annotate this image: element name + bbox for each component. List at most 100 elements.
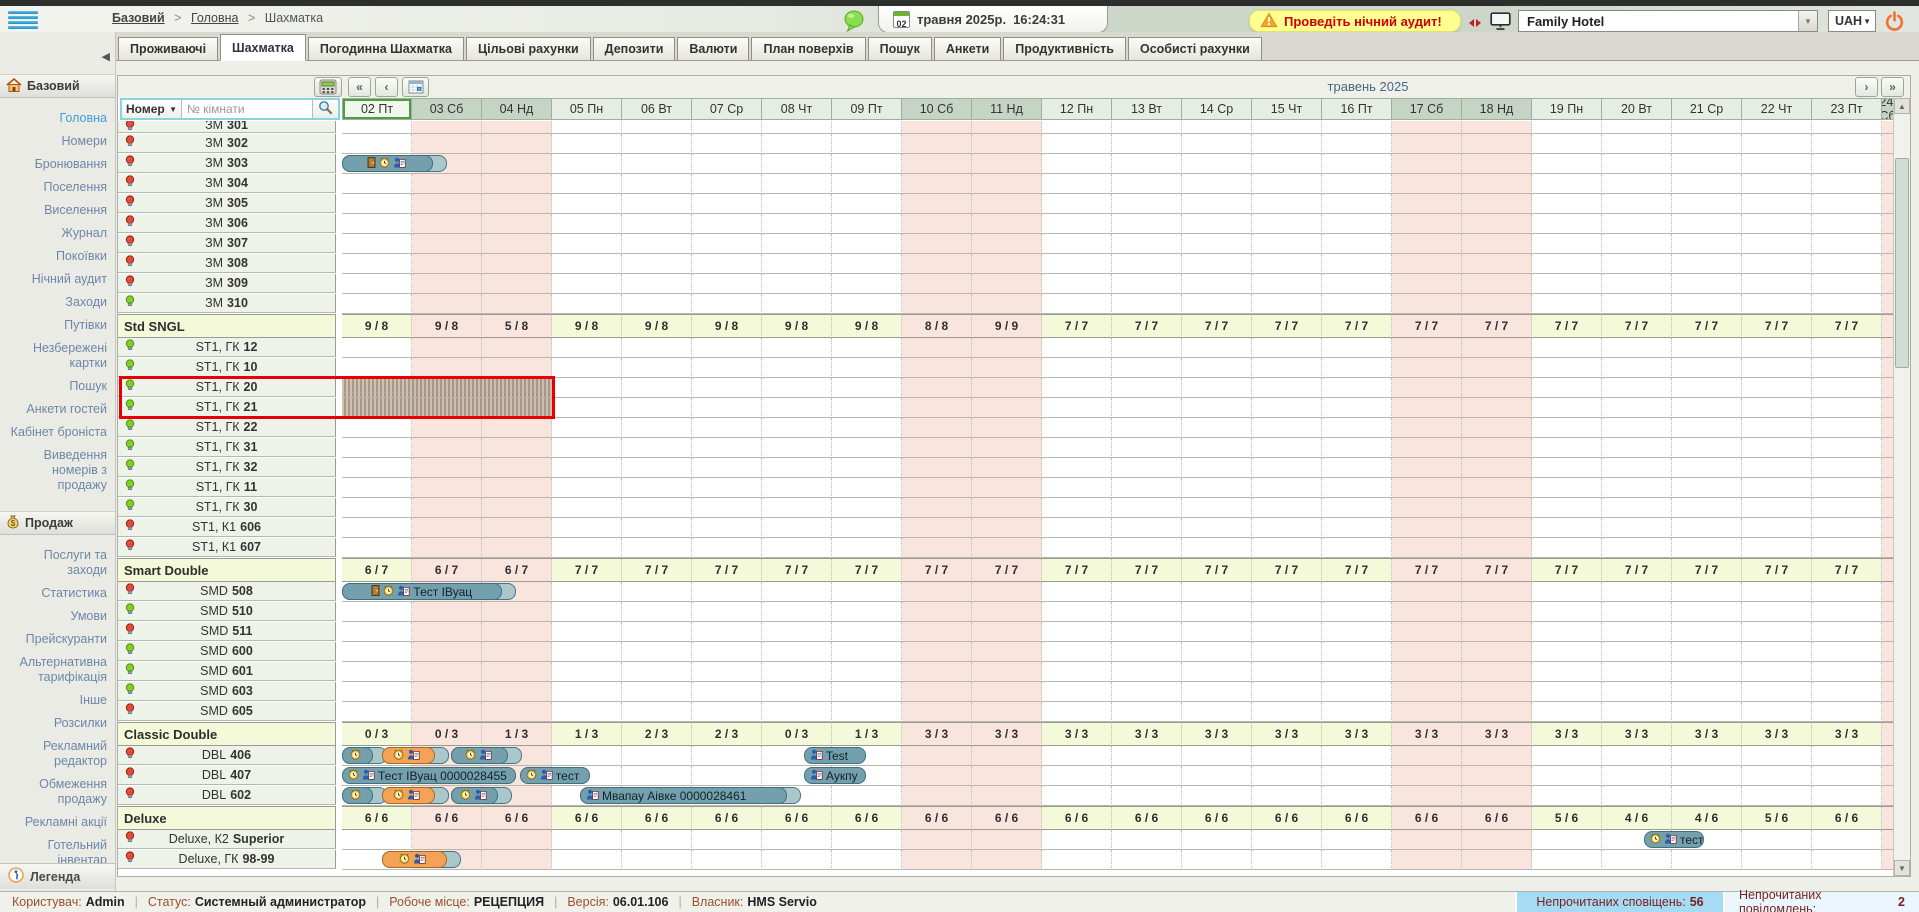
day-cell[interactable] — [1112, 850, 1182, 870]
messages-badge[interactable]: Непрочитаних повідомлень: 2 — [1723, 892, 1919, 912]
day-cell[interactable] — [1462, 642, 1532, 662]
day-cell[interactable] — [1042, 121, 1112, 134]
day-cell[interactable] — [1182, 582, 1252, 602]
day-cell-partial[interactable] — [1882, 746, 1893, 766]
day-cell[interactable] — [1112, 214, 1182, 234]
day-cell[interactable] — [1392, 682, 1462, 702]
sidebar-item[interactable]: Умови — [4, 609, 107, 624]
date-column-header[interactable]: 20 Вт — [1602, 98, 1672, 120]
day-cell[interactable] — [1252, 498, 1322, 518]
day-cell[interactable] — [1252, 214, 1322, 234]
day-cell[interactable] — [902, 662, 972, 682]
day-cell[interactable] — [762, 582, 832, 602]
day-cell[interactable] — [1672, 214, 1742, 234]
day-cell[interactable] — [832, 622, 902, 642]
day-cell[interactable] — [622, 518, 692, 538]
day-cell[interactable] — [1742, 850, 1812, 870]
day-cell[interactable] — [482, 358, 552, 378]
day-cell[interactable] — [1812, 174, 1882, 194]
sidebar-item[interactable]: Номери — [4, 134, 107, 149]
day-cell[interactable] — [1672, 458, 1742, 478]
room-label[interactable]: ЗМ308 — [118, 254, 336, 273]
day-cell[interactable] — [1042, 518, 1112, 538]
day-cell[interactable] — [1182, 766, 1252, 786]
day-cell[interactable] — [1322, 338, 1392, 358]
day-cell[interactable] — [1602, 398, 1672, 418]
day-cell[interactable] — [902, 830, 972, 850]
day-cell[interactable] — [622, 121, 692, 134]
day-cell[interactable] — [1042, 682, 1112, 702]
day-cell[interactable] — [1602, 478, 1672, 498]
day-cell[interactable] — [1252, 582, 1322, 602]
day-cell-partial[interactable] — [1882, 622, 1893, 642]
day-cell[interactable] — [832, 194, 902, 214]
day-cell[interactable] — [1322, 398, 1392, 418]
day-cell[interactable] — [1602, 538, 1672, 558]
day-cell[interactable] — [1182, 154, 1252, 174]
room-label[interactable]: SMD508 — [118, 582, 336, 601]
date-column-header[interactable]: 18 Нд — [1462, 98, 1532, 120]
day-cell[interactable] — [1672, 642, 1742, 662]
day-cell[interactable] — [1042, 498, 1112, 518]
day-cell[interactable] — [342, 358, 412, 378]
day-cell[interactable] — [832, 786, 902, 806]
day-cell[interactable] — [692, 294, 762, 314]
day-cell[interactable] — [1112, 458, 1182, 478]
calendar-button[interactable] — [402, 77, 429, 97]
room-label[interactable]: ST1, ГК30 — [118, 498, 336, 517]
day-cell[interactable] — [482, 642, 552, 662]
day-cell[interactable] — [972, 234, 1042, 254]
sidebar-section-header[interactable]: Базовий — [0, 74, 115, 98]
day-cell[interactable] — [552, 378, 622, 398]
day-cell[interactable] — [1532, 850, 1602, 870]
day-cell[interactable] — [1112, 338, 1182, 358]
room-label[interactable]: SMD605 — [118, 702, 336, 721]
day-cell[interactable] — [1182, 398, 1252, 418]
room-label[interactable]: ST1, ГК10 — [118, 358, 336, 377]
day-cell[interactable] — [1252, 338, 1322, 358]
day-cell[interactable] — [902, 642, 972, 662]
day-cell[interactable] — [622, 766, 692, 786]
day-cell[interactable] — [1672, 338, 1742, 358]
day-cell[interactable] — [412, 830, 482, 850]
day-cell[interactable] — [1252, 294, 1322, 314]
day-cell[interactable] — [832, 518, 902, 538]
sidebar-item[interactable]: Нічний аудит — [4, 272, 107, 287]
day-cell[interactable] — [692, 518, 762, 538]
day-cell[interactable] — [342, 234, 412, 254]
day-cell[interactable] — [1112, 194, 1182, 214]
date-column-header[interactable]: 08 Чт — [762, 98, 832, 120]
day-cell[interactable] — [1462, 518, 1532, 538]
day-cell[interactable] — [762, 702, 832, 722]
day-cell[interactable] — [832, 254, 902, 274]
day-cell[interactable] — [622, 498, 692, 518]
day-cell[interactable] — [1182, 786, 1252, 806]
day-cell[interactable] — [622, 274, 692, 294]
day-cell[interactable] — [1112, 398, 1182, 418]
day-cell[interactable] — [412, 234, 482, 254]
day-cell[interactable] — [1252, 662, 1322, 682]
day-cell[interactable] — [692, 682, 762, 702]
hotel-select[interactable]: Family Hotel ▼ — [1518, 10, 1818, 32]
day-cell[interactable] — [1812, 418, 1882, 438]
day-cell[interactable] — [1462, 702, 1532, 722]
day-cell[interactable] — [1532, 214, 1602, 234]
day-cell[interactable] — [1392, 622, 1462, 642]
day-cell-partial[interactable] — [1882, 518, 1893, 538]
day-cell[interactable] — [902, 438, 972, 458]
day-cell[interactable] — [1532, 682, 1602, 702]
day-cell[interactable] — [1602, 358, 1672, 378]
day-cell[interactable] — [972, 582, 1042, 602]
day-cell[interactable] — [1812, 338, 1882, 358]
day-cell-partial[interactable] — [1882, 438, 1893, 458]
nav-last-button[interactable]: » — [1881, 77, 1904, 97]
day-cell[interactable] — [1742, 378, 1812, 398]
day-cell-partial[interactable] — [1882, 254, 1893, 274]
day-cell[interactable] — [1182, 214, 1252, 234]
day-cell[interactable] — [1672, 498, 1742, 518]
day-cell[interactable] — [1532, 766, 1602, 786]
day-cell[interactable] — [902, 378, 972, 398]
day-cell-partial[interactable] — [1882, 294, 1893, 314]
day-cell[interactable] — [1462, 294, 1532, 314]
nav-prev-button[interactable]: ‹ — [375, 77, 398, 97]
